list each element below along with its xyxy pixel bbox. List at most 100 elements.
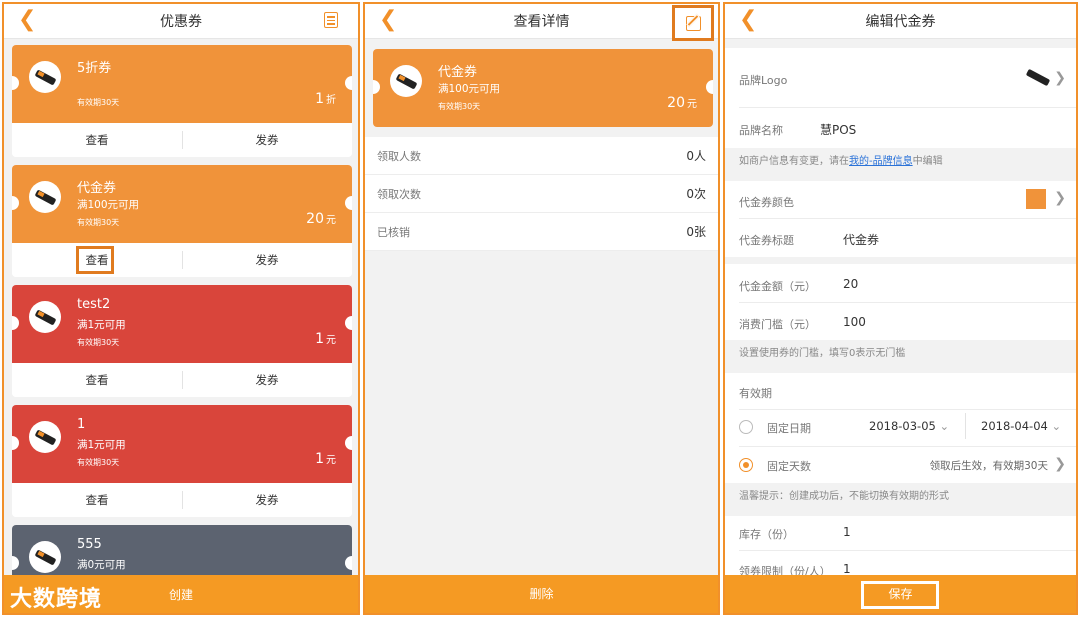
limit-input[interactable]: 1 [843,562,851,576]
start-date-select[interactable]: 2018-03-05 ⌄ [869,419,949,433]
brand-logo-label: 品牌Logo [739,74,788,87]
coupon-face[interactable]: test2 满1元可用 有效期30天 1元 [12,285,352,363]
stat-label: 已核销 [377,226,410,239]
threshold-label: 消费门槛（元） [739,318,816,331]
view-button[interactable]: 查看 [12,363,182,397]
coupon-face[interactable]: 1 满1元可用 有效期30天 1元 [12,405,352,483]
chevron-down-icon: ⌄ [939,419,950,433]
view-button[interactable]: 查看 [12,483,182,517]
stats-list: 领取人数 0人 领取次数 0次 已核销 0张 [365,137,718,251]
edit-button[interactable] [672,5,714,41]
amount-section: 代金金额（元） 20 消费门槛（元） 100 [725,264,1076,340]
coupon-validity: 有效期30天 [438,102,481,111]
fixed-days-value[interactable]: 领取后生效，有效期30天 [930,458,1048,473]
stock-label: 库存（份） [739,528,794,541]
coupon-value: 20 元 [306,211,336,227]
issue-button[interactable]: 发券 [182,483,352,517]
threshold-note: 设置使用券的门槛，填写0表示无门槛 [725,340,1076,368]
edit-icon [686,13,701,31]
coupon-value: 20 元 [667,95,697,111]
coupon-validity: 有效期30天 [77,458,120,467]
stat-value: 0次 [686,187,706,201]
brand-section: 品牌Logo ❯ 品牌名称 慧POS [725,48,1076,148]
coupon-name: 5折券 [77,61,112,76]
coupon-validity: 有效期30天 [77,218,120,227]
coupon-detail-screen: ❮ 查看详情 代金券 满100元可用 有效期30天 20 元 领取人数 0人 领取… [363,2,720,615]
coupon-condition: 满1元可用 [77,319,126,331]
delete-bar[interactable]: 删除 [365,575,718,613]
page-title: 优惠券 [160,14,202,30]
amount-label: 代金金额（元） [739,280,816,293]
stat-row: 领取次数 0次 [365,175,718,213]
brand-name-label: 品牌名称 [739,124,783,137]
fixed-date-radio[interactable] [739,420,753,434]
edit-coupon-screen: ❮ 编辑代金券 品牌Logo ❯ 品牌名称 慧POS 如商户信息有变更，请在我的… [723,2,1078,615]
coupon-value: 1元 [315,331,336,347]
chevron-down-icon: ⌄ [1051,419,1062,433]
style-section: 代金券颜色 ❯ 代金券标题 代金券 [725,181,1076,257]
title-input[interactable]: 代金券 [843,231,879,248]
coupon-condition: 满1元可用 [77,439,126,451]
header: ❮ 优惠券 [4,4,358,39]
title-label: 代金券标题 [739,234,794,247]
issue-button[interactable]: 发券 [182,243,352,277]
stat-row: 领取人数 0人 [365,137,718,175]
page-title: 查看详情 [513,14,570,30]
issue-button[interactable]: 发券 [182,363,352,397]
amount-input[interactable]: 20 [843,277,858,291]
view-button[interactable]: 查看 [12,123,182,157]
end-date-select[interactable]: 2018-04-04 ⌄ [981,419,1061,433]
brand-logo-icon [29,61,61,93]
coupon-face[interactable]: 5折券 有效期30天 1折 [12,45,352,123]
color-swatch[interactable] [1026,189,1046,209]
coupon-name: 1 [77,417,86,432]
page-title: 编辑代金券 [865,14,936,30]
coupon-value: 1元 [315,451,336,467]
brand-logo-icon [390,65,422,97]
coupon-list-screen: ❮ 优惠券 5折券 有效期30天 1折 查看 发券 代金券 满100元可用 有效… [2,2,360,615]
create-bar[interactable]: 大数跨境 创建 [4,575,358,613]
stat-value: 0人 [686,149,706,163]
chevron-right-icon: ❯ [1054,190,1066,206]
delete-button[interactable]: 删除 [365,585,718,602]
coupon-card: 1 满1元可用 有效期30天 1元 查看 发券 [12,405,352,517]
coupon-face: 代金券 满100元可用 有效期30天 20 元 [373,49,713,127]
issue-button[interactable]: 发券 [182,123,352,157]
stat-row: 已核销 0张 [365,213,718,251]
save-button[interactable]: 保存 [725,585,1076,602]
brand-info-link[interactable]: 我的-品牌信息 [849,156,913,167]
coupon-condition: 满100元可用 [438,83,501,95]
coupon-face[interactable]: 代金券 满100元可用 有效期30天 20 元 [12,165,352,243]
validity-label: 有效期 [739,387,772,400]
brand-note: 如商户信息有变更，请在我的-品牌信息中编辑 [725,148,1076,176]
stat-label: 领取人数 [377,150,421,163]
chevron-right-icon: ❯ [1054,70,1066,86]
coupon-card: 代金券 满100元可用 有效期30天 20 元 查看 发券 [12,165,352,277]
header: ❮ 编辑代金券 [725,4,1076,39]
save-bar[interactable]: 保存 [725,575,1076,613]
stock-input[interactable]: 1 [843,525,851,539]
stat-value: 0张 [686,225,706,239]
coupon-validity: 有效期30天 [77,338,120,347]
header: ❮ 查看详情 [365,4,718,41]
coupon-value: 1折 [315,91,336,107]
validity-tip: 温馨提示：创建成功后，不能切换有效期的形式 [725,483,1076,511]
coupon-condition: 满100元可用 [77,199,140,211]
brand-logo-icon [29,541,61,573]
highlight-box [76,246,114,274]
create-button[interactable]: 创建 [169,586,193,603]
fixed-date-label: 固定日期 [767,422,811,435]
coupon-name: 代金券 [77,181,117,196]
coupon-name: test2 [77,297,111,312]
coupon-condition: 满0元可用 [77,559,126,571]
threshold-input[interactable]: 100 [843,315,866,329]
fixed-days-radio[interactable] [739,458,753,472]
chevron-right-icon: ❯ [1054,456,1066,472]
list-icon[interactable] [324,12,338,28]
coupon-card: 5折券 有效期30天 1折 查看 发券 [12,45,352,157]
stat-label: 领取次数 [377,188,421,201]
brand-logo-icon[interactable] [1025,68,1051,87]
fixed-days-label: 固定天数 [767,460,811,473]
brand-name-value: 慧POS [820,123,857,137]
brand-logo-icon [29,181,61,213]
